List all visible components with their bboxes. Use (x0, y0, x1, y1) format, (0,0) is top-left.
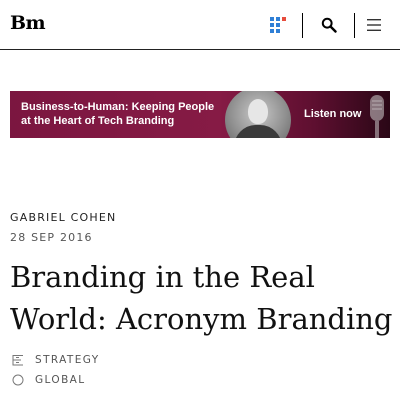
banner-title: Business-to-Human: Keeping People at the… (21, 101, 215, 127)
article-date: 28 SEP 2016 (10, 231, 93, 244)
menu-icon[interactable] (367, 19, 381, 31)
strategy-icon (12, 355, 23, 366)
globe-circle-icon (12, 374, 24, 386)
listen-now-button[interactable]: Listen now (304, 108, 361, 120)
tag-global[interactable]: GLOBAL (12, 373, 86, 387)
article-author[interactable]: GABRIEL COHEN (10, 211, 116, 224)
avatar-body-shape (234, 125, 282, 138)
site-logo[interactable]: Bm (10, 12, 46, 34)
tag-strategy[interactable]: STRATEGY (12, 353, 100, 367)
article-title: Branding in the Real World: Acronym Bran… (10, 260, 393, 336)
header-divider (302, 13, 303, 38)
header-divider (354, 13, 355, 38)
microphone-icon (370, 95, 384, 138)
search-icon[interactable] (321, 17, 337, 33)
dashboard-grid-icon[interactable] (270, 17, 286, 33)
site-header: Bm (0, 0, 400, 50)
tag-label: GLOBAL (35, 374, 86, 386)
speaker-avatar (225, 91, 291, 138)
tag-label: STRATEGY (35, 354, 100, 366)
podcast-banner[interactable]: Business-to-Human: Keeping People at the… (10, 91, 390, 138)
avatar-head-shape (248, 99, 268, 124)
